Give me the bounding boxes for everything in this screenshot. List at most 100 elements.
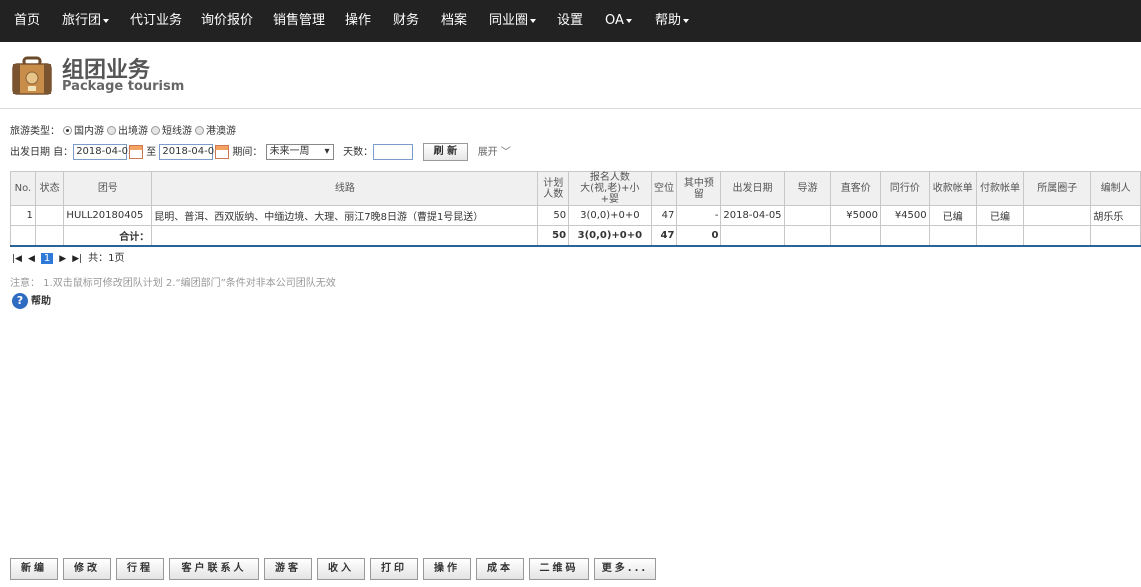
cell-direct-price: ¥5000 <box>830 205 882 226</box>
last-page-icon[interactable]: ▶| <box>72 254 82 264</box>
help-label: 帮助 <box>31 296 51 307</box>
customer-contact-button[interactable]: 客户联系人 <box>169 558 259 580</box>
col-signup-line2: 大(视,老)+小+婴 <box>580 183 640 205</box>
col-vacant[interactable]: 空位 <box>650 171 678 206</box>
col-reserved[interactable]: 其中预留 <box>676 171 722 206</box>
total-empty-4 <box>720 225 785 246</box>
nav-help-label: 帮助 <box>655 13 682 28</box>
total-empty-11 <box>1090 225 1141 246</box>
nav-operation[interactable]: 操作 <box>345 0 371 42</box>
radio-domestic[interactable] <box>63 126 72 135</box>
tour-type-filter: 旅游类型： 国内游 出境游 短线游 港澳游 <box>10 122 236 137</box>
nav-oa[interactable]: OA <box>605 0 632 42</box>
col-editor[interactable]: 编制人 <box>1090 171 1141 206</box>
nav-peer-circle[interactable]: 同业圈 <box>489 0 537 42</box>
operate-button[interactable]: 操作 <box>423 558 471 580</box>
calendar-icon[interactable] <box>129 145 144 159</box>
cell-status <box>34 205 65 226</box>
edit-button[interactable]: 修改 <box>63 558 111 580</box>
more-button[interactable]: 更多... <box>594 558 656 580</box>
top-navbar: 首页 旅行团 代订业务 询价报价 销售管理 操作 财务 档案 同业圈 设置 OA… <box>0 0 1141 42</box>
cell-editor: 胡乐乐 <box>1090 205 1141 226</box>
date-to-input[interactable]: 2018-04-08 <box>159 144 221 160</box>
col-signup-line1: 报名人数 <box>589 172 630 183</box>
col-route[interactable]: 线路 <box>151 171 539 206</box>
period-select[interactable]: 未来一周 <box>265 144 334 160</box>
total-empty-10 <box>1023 225 1092 246</box>
cell-signup: 3(0,0)+0+0 <box>568 205 652 226</box>
nav-tour-group-label: 旅行团 <box>62 13 102 28</box>
qrcode-button[interactable]: 二维码 <box>529 558 589 580</box>
date-filter: 出发日期 自：2018-04-02 至 2018-04-08 期间： 未来一周 天数… <box>10 143 511 161</box>
col-plan-line2: 人数 <box>543 188 564 200</box>
nav-booking[interactable]: 代订业务 <box>130 0 182 42</box>
days-input[interactable] <box>373 144 414 160</box>
col-no[interactable]: No. <box>10 171 36 206</box>
radio-hkmacau-label: 港澳游 <box>206 126 236 137</box>
nav-sales[interactable]: 销售管理 <box>273 0 325 42</box>
current-page[interactable]: 1 <box>40 253 54 264</box>
col-peer-price[interactable]: 同行价 <box>880 171 930 206</box>
next-page-icon[interactable]: ▶ <box>59 254 66 264</box>
total-empty-3 <box>151 225 539 246</box>
cell-tour-no: HULL20180405 <box>63 205 153 226</box>
table-row[interactable]: 1 HULL20180405 昆明、普洱、西双版纳、中缅边境、大理、丽江7晚8日… <box>10 205 1141 226</box>
col-direct-price[interactable]: 直客价 <box>830 171 882 206</box>
period-label: 期间： <box>232 147 263 158</box>
total-empty-5 <box>783 225 832 246</box>
refresh-button[interactable]: 刷 新 <box>422 143 469 161</box>
radio-short[interactable] <box>151 126 160 135</box>
col-circle[interactable]: 所属圈子 <box>1023 171 1092 206</box>
radio-domestic-label: 国内游 <box>74 126 104 137</box>
new-button[interactable]: 新编 <box>10 558 58 580</box>
col-signup[interactable]: 报名人数 大(视,老)+小+婴 <box>568 171 652 206</box>
col-status[interactable]: 状态 <box>34 171 65 206</box>
col-guide[interactable]: 导游 <box>783 171 832 206</box>
nav-home[interactable]: 首页 <box>14 0 40 42</box>
col-receivable[interactable]: 收款帐单 <box>928 171 977 206</box>
caret-down-icon <box>625 18 632 23</box>
total-empty-7 <box>880 225 930 246</box>
cell-payable[interactable]: 已编 <box>975 205 1025 226</box>
help-link[interactable]: ? 帮助 <box>12 292 51 309</box>
col-tour-no[interactable]: 团号 <box>63 171 153 206</box>
expand-toggle[interactable]: 展开 ﹀ <box>478 147 511 158</box>
print-button[interactable]: 打印 <box>370 558 418 580</box>
total-reserved: 0 <box>676 225 722 246</box>
prev-page-icon[interactable]: ◀ <box>28 254 35 264</box>
total-empty-8 <box>928 225 977 246</box>
col-plan[interactable]: 计划 人数 <box>537 171 570 206</box>
calendar-icon[interactable] <box>215 145 230 159</box>
total-vacant: 47 <box>650 225 678 246</box>
radio-hkmacau[interactable] <box>195 126 204 135</box>
col-departure[interactable]: 出发日期 <box>720 171 785 206</box>
nav-finance[interactable]: 财务 <box>393 0 419 42</box>
col-payable[interactable]: 付款帐单 <box>975 171 1025 206</box>
total-row: 合计： 50 3(0,0)+0+0 47 0 <box>10 225 1141 246</box>
nav-settings[interactable]: 设置 <box>557 0 583 42</box>
nav-inquiry[interactable]: 询价报价 <box>201 0 253 42</box>
first-page-icon[interactable]: |◀ <box>12 254 22 264</box>
nav-help[interactable]: 帮助 <box>655 0 690 42</box>
tourist-button[interactable]: 游客 <box>264 558 312 580</box>
total-empty-6 <box>830 225 882 246</box>
radio-outbound[interactable] <box>107 126 116 135</box>
radio-outbound-label: 出境游 <box>118 126 148 137</box>
total-empty-1 <box>10 225 36 246</box>
page-summary: 共：1页 <box>88 253 125 264</box>
cell-receivable[interactable]: 已编 <box>928 205 977 226</box>
nav-archive[interactable]: 档案 <box>441 0 467 42</box>
date-to-label: 至 <box>146 147 157 158</box>
cell-route: 昆明、普洱、西双版纳、中缅边境、大理、丽江7晚8日游（曹提1号昆送） <box>151 205 539 226</box>
total-signup: 3(0,0)+0+0 <box>568 225 652 246</box>
total-empty-2 <box>34 225 65 246</box>
total-empty-9 <box>975 225 1025 246</box>
nav-tour-group[interactable]: 旅行团 <box>62 0 110 42</box>
nav-oa-label: OA <box>605 13 624 28</box>
itinerary-button[interactable]: 行程 <box>116 558 164 580</box>
date-from-input[interactable]: 2018-04-02 <box>73 144 134 160</box>
cost-button[interactable]: 成本 <box>476 558 524 580</box>
income-button[interactable]: 收入 <box>317 558 365 580</box>
cell-circle <box>1023 205 1092 226</box>
total-plan: 50 <box>537 225 570 246</box>
